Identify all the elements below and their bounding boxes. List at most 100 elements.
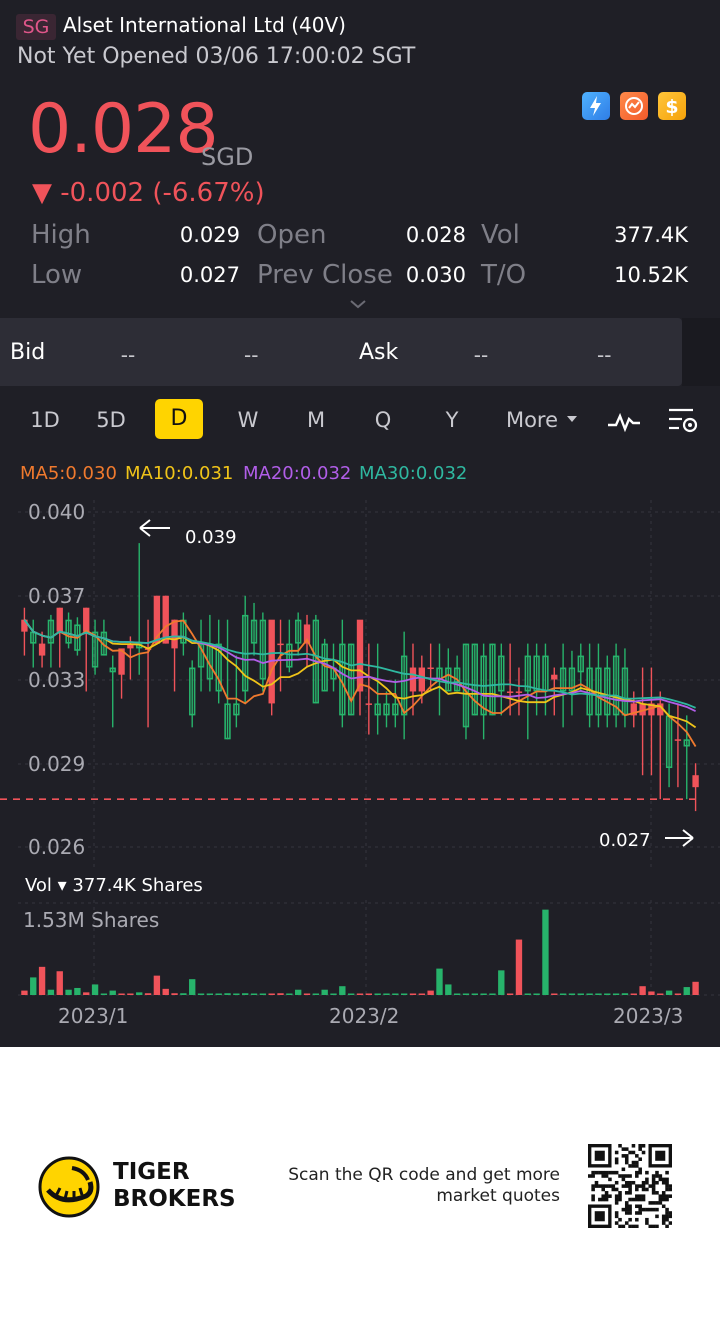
arrow-right-icon <box>665 829 694 847</box>
candle[interactable] <box>189 660 196 728</box>
ask-label: Ask <box>359 340 399 365</box>
candle[interactable] <box>480 643 487 740</box>
candle[interactable] <box>197 619 205 692</box>
tab-1d[interactable]: 1D <box>26 404 64 436</box>
volume-bar <box>197 993 205 995</box>
tab-d[interactable]: D <box>155 399 203 439</box>
candle[interactable] <box>56 607 63 668</box>
candle[interactable] <box>65 612 72 649</box>
volume-bar <box>453 993 461 995</box>
last-price: 0.028 <box>28 90 219 169</box>
bid-ask-bar <box>0 318 682 386</box>
volume-bar <box>683 987 690 995</box>
candle[interactable] <box>683 715 690 800</box>
volume-bar <box>268 993 275 995</box>
candle[interactable] <box>392 679 399 728</box>
candle[interactable] <box>347 643 355 716</box>
candle[interactable] <box>242 595 249 704</box>
candle[interactable] <box>400 631 408 740</box>
candle[interactable] <box>524 643 531 740</box>
caret-down-icon[interactable] <box>565 414 579 424</box>
candle[interactable] <box>21 607 28 656</box>
stat-value-prev-close: 0.030 <box>405 263 466 287</box>
candle[interactable] <box>595 643 602 728</box>
candle[interactable] <box>171 619 178 692</box>
candle[interactable] <box>559 643 567 728</box>
volume-bar <box>374 993 381 995</box>
chart-settings-icon[interactable] <box>666 405 700 437</box>
candle[interactable] <box>109 655 116 728</box>
chart-annotations: 0.039 0.027 <box>0 519 700 851</box>
qr-code-icon[interactable] <box>588 1144 672 1228</box>
volume-bar <box>489 993 496 995</box>
candle[interactable] <box>383 691 390 728</box>
dollar-badge-icon[interactable]: $ <box>658 92 686 120</box>
candle[interactable] <box>118 648 125 699</box>
candle[interactable] <box>250 602 258 656</box>
candle[interactable] <box>215 619 222 704</box>
candle[interactable] <box>356 619 364 716</box>
candle[interactable] <box>604 655 611 728</box>
volume-bar <box>630 993 637 995</box>
volume-bar <box>639 986 646 995</box>
candle[interactable] <box>612 643 620 728</box>
candle[interactable] <box>374 643 381 735</box>
chevron-down-icon[interactable] <box>349 298 367 310</box>
volume-bar <box>303 993 311 995</box>
volume-bar <box>657 993 664 995</box>
candle[interactable] <box>144 619 152 728</box>
tab-more[interactable]: More <box>500 404 564 436</box>
candle[interactable] <box>445 648 452 692</box>
tab-w[interactable]: W <box>232 404 264 436</box>
candle[interactable] <box>692 763 699 812</box>
candle[interactable] <box>630 691 637 728</box>
volume-bar <box>383 993 390 995</box>
volume-bar <box>392 993 399 995</box>
candle[interactable] <box>91 619 99 675</box>
candle[interactable] <box>542 643 549 716</box>
volume-bar <box>427 990 434 995</box>
volume-bar <box>595 993 602 995</box>
volume-bar <box>91 984 99 995</box>
candle[interactable] <box>533 643 540 716</box>
stat-label-low: Low <box>31 260 83 290</box>
candle[interactable] <box>180 612 187 656</box>
volume-bar <box>356 993 364 995</box>
volume-bar <box>259 993 267 995</box>
stat-label-open: Open <box>257 220 327 250</box>
ma10-label: MA10:0.031 <box>125 463 234 484</box>
trend-badge-icon[interactable] <box>620 92 648 120</box>
ask-price: -- <box>473 343 489 367</box>
tab-5d[interactable]: 5D <box>92 404 130 436</box>
volume-bar <box>206 993 214 995</box>
price-change: ▼ -0.002 (-6.67%) <box>32 178 265 208</box>
candle[interactable] <box>498 643 505 716</box>
candle[interactable] <box>471 643 478 716</box>
tab-m[interactable]: M <box>300 404 332 436</box>
candle[interactable] <box>489 643 496 716</box>
candle[interactable] <box>30 619 37 668</box>
candle[interactable] <box>38 631 46 668</box>
volume-bar <box>224 993 231 995</box>
candle[interactable] <box>648 667 655 776</box>
volume-bar <box>604 993 611 995</box>
candle[interactable] <box>568 650 576 716</box>
x-tick-label: 2023/1 <box>58 1004 129 1028</box>
candle[interactable] <box>286 619 293 673</box>
currency-label: SGD <box>201 143 254 171</box>
candle[interactable] <box>674 703 682 788</box>
indicator-wave-icon[interactable] <box>606 408 642 434</box>
candle[interactable] <box>586 643 593 728</box>
candle[interactable] <box>47 614 55 668</box>
candle[interactable] <box>515 667 523 716</box>
volume-bar <box>533 993 540 995</box>
volume-header[interactable]: Vol ▾ 377.4K Shares <box>25 873 203 899</box>
lightning-badge-icon[interactable] <box>582 92 610 120</box>
candle[interactable] <box>453 655 461 692</box>
candlestick-chart[interactable]: 0.040 0.037 0.033 0.029 0.026 0.039 0.027 <box>0 490 720 870</box>
candle[interactable] <box>639 667 646 776</box>
bid-label: Bid <box>10 340 46 365</box>
tab-y[interactable]: Y <box>436 404 468 436</box>
volume-bar <box>65 989 72 995</box>
tab-q[interactable]: Q <box>367 404 399 436</box>
